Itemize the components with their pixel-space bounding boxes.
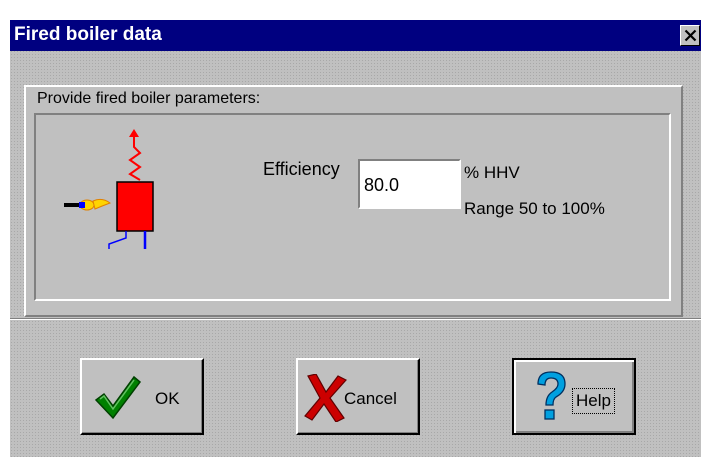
help-label: Help — [572, 388, 615, 414]
efficiency-input[interactable] — [358, 159, 461, 209]
group-label: Provide fired boiler parameters: — [37, 90, 261, 107]
efficiency-unit: % HHV — [464, 163, 520, 182]
cancel-button[interactable]: Cancel — [296, 358, 420, 435]
close-icon — [684, 29, 697, 42]
title-bar: Fired boiler data — [10, 20, 701, 51]
checkmark-icon — [94, 375, 142, 420]
red-x-icon — [304, 374, 347, 422]
ok-button[interactable]: OK — [80, 358, 204, 435]
efficiency-label: Efficiency — [263, 159, 340, 179]
cancel-label: Cancel — [344, 389, 397, 408]
question-mark-icon — [537, 371, 566, 420]
help-button[interactable]: Help — [512, 358, 636, 435]
ok-label: OK — [155, 389, 180, 408]
efficiency-range: Range 50 to 100% — [464, 199, 605, 218]
window-title: Fired boiler data — [14, 24, 162, 45]
parameters-panel: Efficiency % HHV Range 50 to 100% — [34, 113, 671, 301]
fired-boiler-icon — [64, 129, 154, 249]
separator — [10, 318, 701, 320]
fired-boiler-dialog: Fired boiler data Provide fired boiler p… — [10, 20, 701, 457]
close-button[interactable] — [680, 25, 700, 46]
boiler-parameters-group: Provide fired boiler parameters: Efficie… — [24, 85, 683, 317]
